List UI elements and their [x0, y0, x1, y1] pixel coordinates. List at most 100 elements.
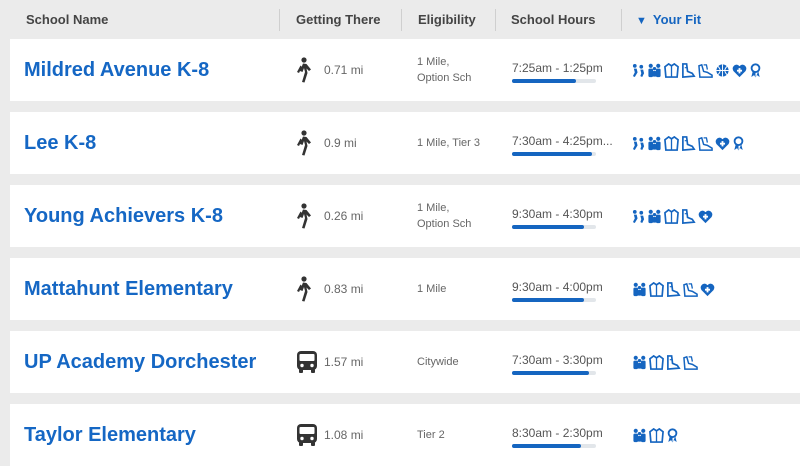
uniform-icon — [649, 354, 664, 370]
shoes-icon — [683, 355, 698, 370]
family-icon — [647, 63, 662, 78]
shoes-icon — [698, 136, 713, 151]
shoes-icon — [698, 63, 713, 78]
uniform-icon — [664, 62, 679, 78]
school-name-link[interactable]: Taylor Elementary — [24, 404, 196, 466]
distance-text: 1.08 mi — [324, 428, 364, 442]
health-icon — [698, 209, 713, 224]
uniform-icon — [664, 135, 679, 151]
distance-text: 1.57 mi — [324, 355, 364, 369]
triangle-down-icon: ▼ — [636, 15, 647, 27]
column-divider — [401, 9, 402, 31]
family-icon — [632, 355, 647, 370]
school-hours-text: 8:30am - 2:30pm — [512, 426, 603, 440]
ribbon-icon — [732, 135, 745, 151]
dance-icon — [666, 281, 681, 297]
family-icon — [647, 209, 662, 224]
dance-icon — [681, 62, 696, 78]
school-hours-bar-fill — [512, 152, 592, 156]
school-hours-bar-fill — [512, 79, 576, 83]
distance-text: 0.83 mi — [324, 282, 364, 296]
bus-icon — [296, 350, 318, 374]
distance-text: 0.71 mi — [324, 63, 364, 77]
eligibility-line: 1 Mile, Tier 3 — [417, 137, 480, 149]
school-row[interactable]: Lee K-8 0.9 mi 1 Mile, Tier 3 7:30am - 4:25… — [10, 112, 800, 174]
school-name-link[interactable]: Lee K-8 — [24, 112, 96, 174]
school-name-link[interactable]: Young Achievers K-8 — [24, 185, 223, 247]
eligibility-line: 1 Mile — [417, 283, 447, 295]
uniform-icon — [664, 208, 679, 224]
distance-text: 0.9 mi — [324, 136, 357, 150]
column-divider — [495, 9, 496, 31]
school-hours-bar — [512, 152, 596, 156]
school-hours-bar — [512, 225, 596, 229]
column-header-school-name[interactable]: School Name — [26, 0, 108, 38]
fit-icons — [632, 134, 745, 152]
column-divider — [279, 9, 280, 31]
fit-icons — [632, 280, 715, 298]
column-header-your-fit[interactable]: ▼ Your Fit — [636, 0, 701, 38]
eligibility-text: 1 Mile — [417, 258, 507, 320]
walking-person-icon — [294, 203, 312, 229]
school-row[interactable]: Taylor Elementary 1.08 mi Tier 2 8:30am - 2… — [10, 404, 800, 466]
basketball-icon — [715, 63, 730, 78]
column-header-school-hours[interactable]: School Hours — [511, 0, 596, 38]
school-name-link[interactable]: Mattahunt Elementary — [24, 258, 233, 320]
school-hours-text: 7:30am - 4:25pm... — [512, 134, 613, 148]
sports-icon — [632, 63, 645, 78]
eligibility-text: 1 Mile, Option Sch — [417, 185, 507, 247]
dance-icon — [681, 208, 696, 224]
dance-icon — [681, 135, 696, 151]
school-hours-bar-fill — [512, 371, 590, 375]
walking-person-icon — [294, 130, 312, 156]
health-icon — [700, 282, 715, 297]
eligibility-text: 1 Mile, Tier 3 — [417, 112, 507, 174]
fit-icons — [632, 61, 762, 79]
school-row[interactable]: Mildred Avenue K-8 0.71 mi 1 Mile, Option S… — [10, 39, 800, 101]
ribbon-icon — [749, 62, 762, 78]
school-hours-bar — [512, 371, 596, 375]
school-hours-text: 7:30am - 3:30pm — [512, 353, 603, 367]
school-row[interactable]: Young Achievers K-8 0.26 mi 1 Mile, Option … — [10, 185, 800, 247]
school-name-link[interactable]: Mildred Avenue K-8 — [24, 39, 209, 101]
column-divider — [621, 9, 622, 31]
ribbon-icon — [666, 427, 679, 443]
distance-text: 0.26 mi — [324, 209, 364, 223]
family-icon — [647, 136, 662, 151]
school-hours-bar-fill — [512, 225, 585, 229]
school-hours-bar-fill — [512, 298, 585, 302]
eligibility-line: Citywide — [417, 356, 459, 368]
sports-icon — [632, 209, 645, 224]
health-icon — [732, 63, 747, 78]
eligibility-line: Option Sch — [417, 218, 472, 230]
school-hours-text: 7:25am - 1:25pm — [512, 61, 603, 75]
eligibility-line: Option Sch — [417, 72, 472, 84]
bus-icon — [296, 423, 318, 447]
walking-person-icon — [294, 276, 312, 302]
your-fit-label: Your Fit — [652, 12, 702, 27]
school-row[interactable]: Mattahunt Elementary 0.83 mi 1 Mile 9:30am … — [10, 258, 800, 320]
table-header: School Name Getting There Eligibility Sc… — [0, 0, 800, 38]
eligibility-text: Tier 2 — [417, 404, 507, 466]
fit-icons — [632, 426, 679, 444]
fit-icons — [632, 353, 698, 371]
family-icon — [632, 428, 647, 443]
eligibility-text: Citywide — [417, 331, 507, 393]
school-hours-text: 9:30am - 4:00pm — [512, 280, 603, 294]
walking-person-icon — [294, 57, 312, 83]
school-row[interactable]: UP Academy Dorchester 1.57 mi Citywide 7:30… — [10, 331, 800, 393]
eligibility-line: 1 Mile, — [417, 56, 450, 68]
health-icon — [715, 136, 730, 151]
eligibility-line: Tier 2 — [417, 429, 445, 441]
fit-icons — [632, 207, 713, 225]
school-name-link[interactable]: UP Academy Dorchester — [24, 331, 256, 393]
school-hours-bar-fill — [512, 444, 581, 448]
shoes-icon — [683, 282, 698, 297]
uniform-icon — [649, 427, 664, 443]
column-header-getting-there[interactable]: Getting There — [296, 0, 381, 38]
column-header-eligibility[interactable]: Eligibility — [418, 0, 476, 38]
school-hours-bar — [512, 298, 596, 302]
school-hours-text: 9:30am - 4:30pm — [512, 207, 603, 221]
eligibility-line: 1 Mile, — [417, 202, 450, 214]
uniform-icon — [649, 281, 664, 297]
